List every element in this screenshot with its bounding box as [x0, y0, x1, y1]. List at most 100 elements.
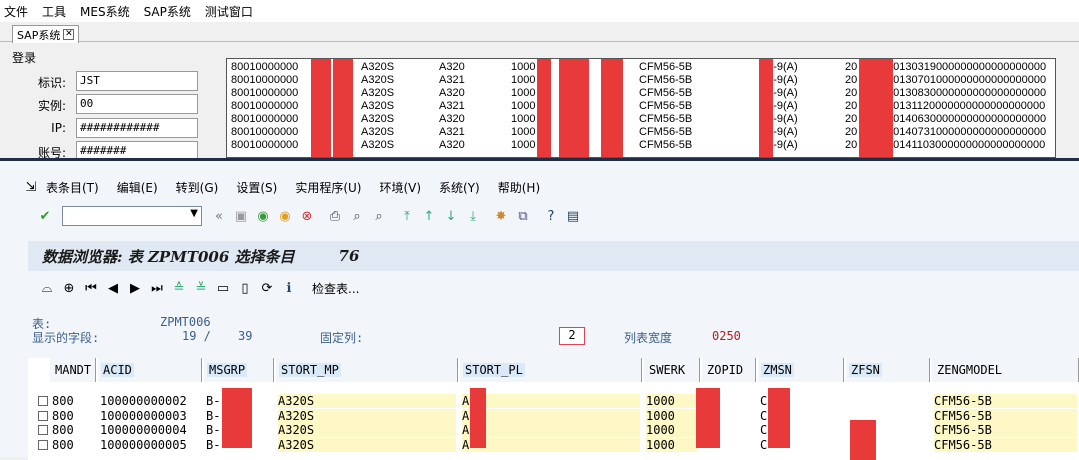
- table-cell[interactable]: 800: [52, 438, 94, 452]
- column-header[interactable]: MANDT: [50, 358, 96, 382]
- row-select-checkbox[interactable]: [38, 425, 48, 435]
- table-cell[interactable]: A: [462, 394, 640, 408]
- row-select-checkbox[interactable]: [38, 410, 48, 421]
- table-cell[interactable]: 1000: [646, 437, 698, 452]
- next-icon[interactable]: ▶: [126, 279, 144, 297]
- column-header[interactable]: ZFSN: [846, 358, 930, 382]
- table-cell[interactable]: 1000: [646, 408, 698, 423]
- instance-field[interactable]: 00: [76, 94, 198, 114]
- next-page-icon[interactable]: ↓: [442, 207, 460, 225]
- check-table-button[interactable]: 检查表...: [312, 280, 359, 297]
- close-icon[interactable]: ✕: [63, 29, 75, 40]
- menu-tools[interactable]: 工具: [42, 3, 66, 20]
- column-header[interactable]: ZMSN: [758, 358, 844, 382]
- sort-down-icon[interactable]: ≚: [192, 279, 210, 297]
- table-cell[interactable]: A320S: [278, 437, 456, 452]
- table-cell[interactable]: A320S: [278, 408, 456, 423]
- sap-menu-system[interactable]: 系统(Y): [439, 179, 480, 196]
- row-select-checkbox[interactable]: [38, 439, 48, 450]
- chevron-left-icon[interactable]: «: [210, 207, 228, 225]
- find-next-icon[interactable]: ⌕: [370, 207, 388, 225]
- table-cell[interactable]: 100000000004: [100, 423, 200, 437]
- back-icon[interactable]: ◉: [254, 207, 272, 225]
- fixed-columns-input[interactable]: 2: [559, 327, 585, 345]
- shortcut-icon[interactable]: ⧉: [514, 207, 532, 225]
- enter-icon[interactable]: ✔: [36, 207, 54, 225]
- help-icon[interactable]: ?: [542, 207, 560, 225]
- ip-field[interactable]: ############: [76, 118, 198, 138]
- table-cell[interactable]: 100000000002: [100, 394, 200, 408]
- layout-icon[interactable]: ▤: [564, 207, 582, 225]
- column-header[interactable]: STORT_MP: [276, 358, 458, 382]
- table-cell[interactable]: CFM56-5B: [934, 437, 1077, 452]
- table-cell[interactable]: 800: [52, 423, 94, 437]
- result-cell: 80010000000: [231, 126, 299, 138]
- sap-menu-help[interactable]: 帮助(H): [498, 179, 540, 196]
- command-field[interactable]: ▼: [62, 206, 202, 226]
- column-header[interactable]: SWERK: [644, 358, 700, 382]
- first-icon[interactable]: ⏮: [82, 279, 100, 297]
- result-cell: 1000: [511, 139, 536, 151]
- table-cell[interactable]: 1000: [646, 423, 698, 437]
- print-icon[interactable]: ⎙: [326, 207, 344, 225]
- table-cell[interactable]: A320S: [278, 394, 456, 408]
- menu-test-window[interactable]: 测试窗口: [205, 3, 253, 20]
- find-icon[interactable]: ⌕: [348, 207, 366, 225]
- sync-icon[interactable]: ⟳: [258, 279, 276, 297]
- redaction-mark: [601, 59, 623, 157]
- column-header[interactable]: ZENGMODEL: [932, 358, 1079, 382]
- menu-sap[interactable]: SAP系统: [144, 3, 191, 20]
- chevron-down-icon[interactable]: ▼: [190, 208, 198, 219]
- menu-mes[interactable]: MES系统: [80, 3, 130, 20]
- data-grid[interactable]: MANDT ACID MSGRP STORT_MP STORT_PL SWERK ZOPID…: [28, 358, 1079, 460]
- info-icon[interactable]: ℹ: [280, 279, 298, 297]
- table-cell[interactable]: A: [462, 423, 640, 437]
- sap-menu-utilities[interactable]: 实用程序(U): [295, 179, 361, 196]
- last-icon[interactable]: ⏭: [148, 279, 166, 297]
- save-icon[interactable]: ▣: [232, 207, 250, 225]
- menu-file[interactable]: 文件: [4, 3, 28, 20]
- login-group-title: 登录: [12, 51, 37, 65]
- table-cell[interactable]: 800: [52, 409, 94, 423]
- table-cell[interactable]: A: [462, 408, 640, 423]
- result-cell: 20131120000000000000000000: [887, 100, 1046, 112]
- first-page-icon[interactable]: ⤒: [398, 207, 416, 225]
- column-header[interactable]: ACID: [98, 358, 202, 382]
- sap-menu-goto[interactable]: 转到(G): [176, 179, 219, 196]
- document-icon[interactable]: ▭: [214, 279, 232, 297]
- glasses-icon[interactable]: ⌓: [38, 279, 56, 297]
- sap-menu-environment[interactable]: 环境(V): [379, 179, 421, 196]
- identifier-field[interactable]: JST: [76, 71, 198, 91]
- new-session-icon[interactable]: ✸: [492, 207, 510, 225]
- table-cell[interactable]: 100000000005: [100, 438, 200, 452]
- sap-menu-edit[interactable]: 编辑(E): [117, 179, 158, 196]
- result-cell: 1000: [511, 87, 536, 99]
- column-header[interactable]: ZOPID: [702, 358, 756, 382]
- sap-menu-settings[interactable]: 设置(S): [236, 179, 277, 196]
- cancel-icon[interactable]: ⊗: [298, 207, 316, 225]
- table-cell[interactable]: 100000000003: [100, 409, 200, 423]
- refresh-find-icon[interactable]: ⊕: [60, 279, 78, 297]
- tab-sap-system[interactable]: SAP系统 ✕: [12, 25, 80, 43]
- table-cell[interactable]: [848, 394, 928, 408]
- table-cell[interactable]: CFM56-5B: [934, 423, 1077, 437]
- table-cell[interactable]: CFM56-5B: [934, 394, 1077, 408]
- prev-icon[interactable]: ◀: [104, 279, 122, 297]
- table-cell[interactable]: CFM56-5B: [934, 408, 1077, 423]
- row-select-checkbox[interactable]: [38, 396, 48, 406]
- table-cell[interactable]: 1000: [646, 394, 698, 408]
- table-cell[interactable]: A320S: [278, 423, 456, 437]
- previous-page-icon[interactable]: ↑: [420, 207, 438, 225]
- exit-icon[interactable]: ◉: [276, 207, 294, 225]
- menu-toggle-icon[interactable]: ⇲: [22, 178, 40, 196]
- last-page-icon[interactable]: ⤓: [464, 207, 482, 225]
- table-cell[interactable]: 800: [52, 394, 94, 408]
- page-icon[interactable]: ▯: [236, 279, 254, 297]
- result-list[interactable]: 80010000000 A320S A320 1000 CFM56-5B 31-9(A) 2…: [226, 58, 1056, 158]
- sap-menu-table-entry[interactable]: 表条目(T): [46, 179, 99, 196]
- column-header[interactable]: STORT_PL: [460, 358, 642, 382]
- column-header[interactable]: MSGRP: [204, 358, 274, 382]
- table-cell[interactable]: A: [462, 437, 640, 452]
- sort-up-icon[interactable]: ≙: [170, 279, 188, 297]
- result-cell: 80010000000: [231, 100, 299, 112]
